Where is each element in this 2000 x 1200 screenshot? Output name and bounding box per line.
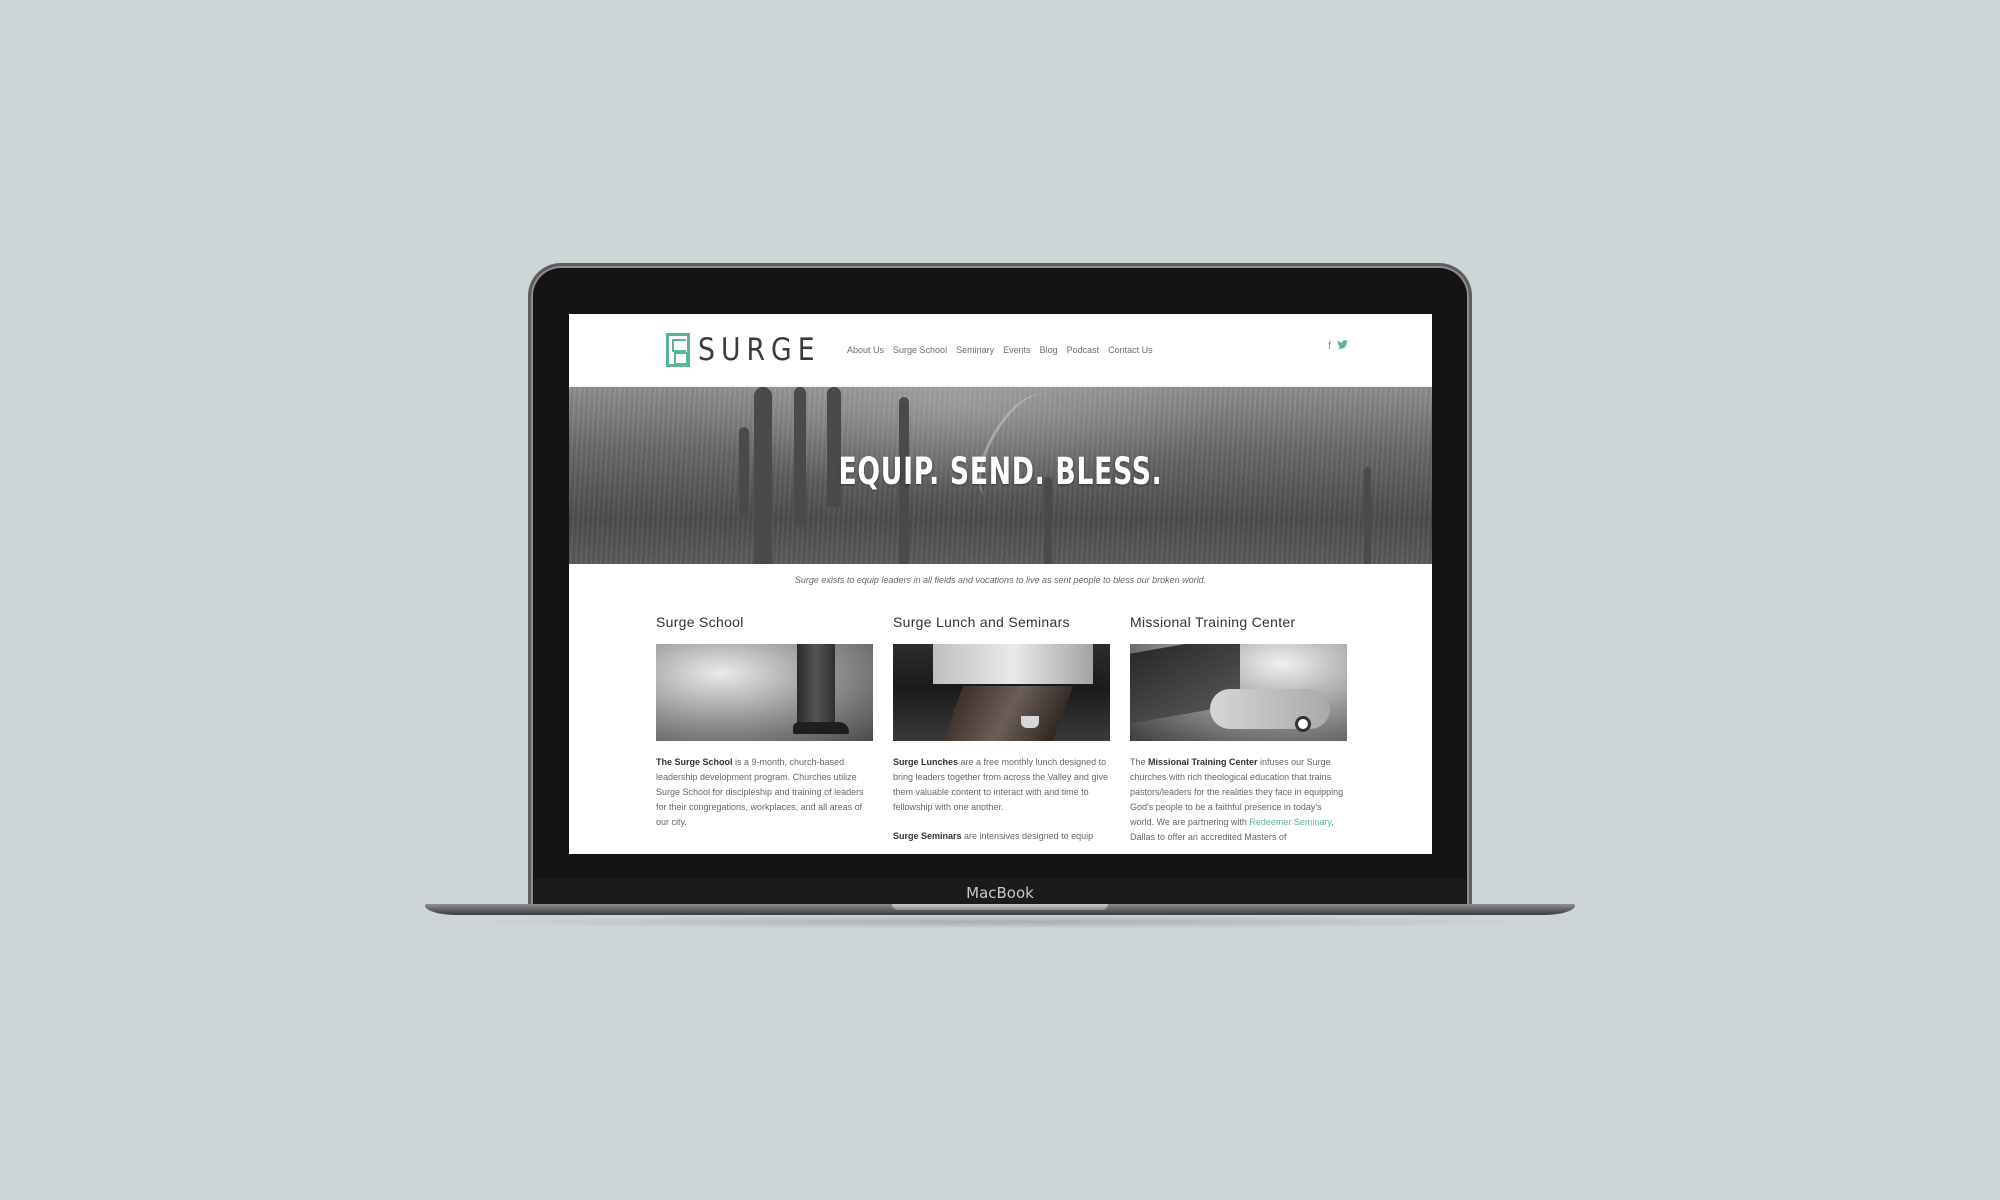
missional-training-image[interactable]	[1130, 644, 1347, 741]
redeemer-seminary-link[interactable]: Redeemer Seminary	[1249, 817, 1331, 827]
surge-logo-icon	[666, 333, 690, 367]
tagline: Surge exists to equip leaders in all fie…	[794, 575, 1207, 585]
column-text-second: Surge Seminars are intensives designed t…	[893, 829, 1110, 844]
surge-school-image[interactable]	[656, 644, 873, 741]
image-window	[933, 644, 1093, 684]
nav-podcast[interactable]: Podcast	[1067, 345, 1100, 355]
facebook-icon[interactable]: f	[1328, 340, 1331, 352]
main-nav: About Us Surge School Seminary Events Bl…	[847, 345, 1153, 355]
nav-surge-school[interactable]: Surge School	[893, 345, 947, 355]
column-text: Surge Lunches are a free monthly lunch d…	[893, 755, 1110, 815]
social-links: f	[1328, 340, 1348, 352]
hero-cactus	[1364, 467, 1371, 564]
hero-title: EQUIP. SEND. BLESS.	[838, 450, 1163, 493]
column-title[interactable]: Surge School	[656, 614, 873, 630]
column-text-body: is a 9-month, church-based leadership de…	[656, 757, 864, 827]
image-boot	[793, 722, 849, 734]
nav-seminary[interactable]: Seminary	[956, 345, 994, 355]
logo-text: SURGE	[698, 332, 821, 368]
laptop-shadow	[450, 915, 1550, 929]
image-watch	[1295, 716, 1311, 732]
column-text: The Surge School is a 9-month, church-ba…	[656, 755, 873, 830]
column-text-bold: Surge Seminars	[893, 831, 962, 841]
column-title[interactable]: Missional Training Center	[1130, 614, 1347, 630]
column-text-bold: Missional Training Center	[1148, 757, 1258, 767]
logo[interactable]: SURGE	[666, 333, 841, 367]
column-surge-lunch: Surge Lunch and Seminars Surge Lunches a…	[893, 614, 1110, 845]
surge-lunch-image[interactable]	[893, 644, 1110, 741]
site-header: SURGE About Us Surge School Seminary Eve…	[569, 314, 1432, 387]
column-text-bold: The Surge School	[656, 757, 733, 767]
column-missional-training: Missional Training Center The Missional …	[1130, 614, 1347, 845]
nav-blog[interactable]: Blog	[1040, 345, 1058, 355]
image-hand	[1210, 689, 1330, 729]
image-table	[942, 686, 1074, 741]
image-legs	[797, 644, 835, 732]
column-text: The Missional Training Center infuses ou…	[1130, 755, 1347, 845]
laptop-brand-label: MacBook	[534, 878, 1466, 906]
image-cup	[1021, 716, 1039, 728]
column-title[interactable]: Surge Lunch and Seminars	[893, 614, 1110, 630]
nav-contact-us[interactable]: Contact Us	[1108, 345, 1153, 355]
column-text-pre: The	[1130, 757, 1149, 767]
column-surge-school: Surge School The Surge School is a 9-mon…	[656, 614, 873, 845]
column-text-bold: Surge Lunches	[893, 757, 959, 767]
nav-events[interactable]: Events	[1003, 345, 1031, 355]
hero-banner: EQUIP. SEND. BLESS.	[569, 387, 1432, 564]
website-screen: SURGE About Us Surge School Seminary Eve…	[569, 314, 1432, 854]
column-text-body: are intensives designed to equip	[961, 831, 1094, 841]
feature-columns: Surge School The Surge School is a 9-mon…	[656, 614, 1347, 845]
laptop-notch	[892, 904, 1108, 910]
twitter-icon[interactable]	[1337, 340, 1348, 352]
nav-about-us[interactable]: About Us	[847, 345, 884, 355]
